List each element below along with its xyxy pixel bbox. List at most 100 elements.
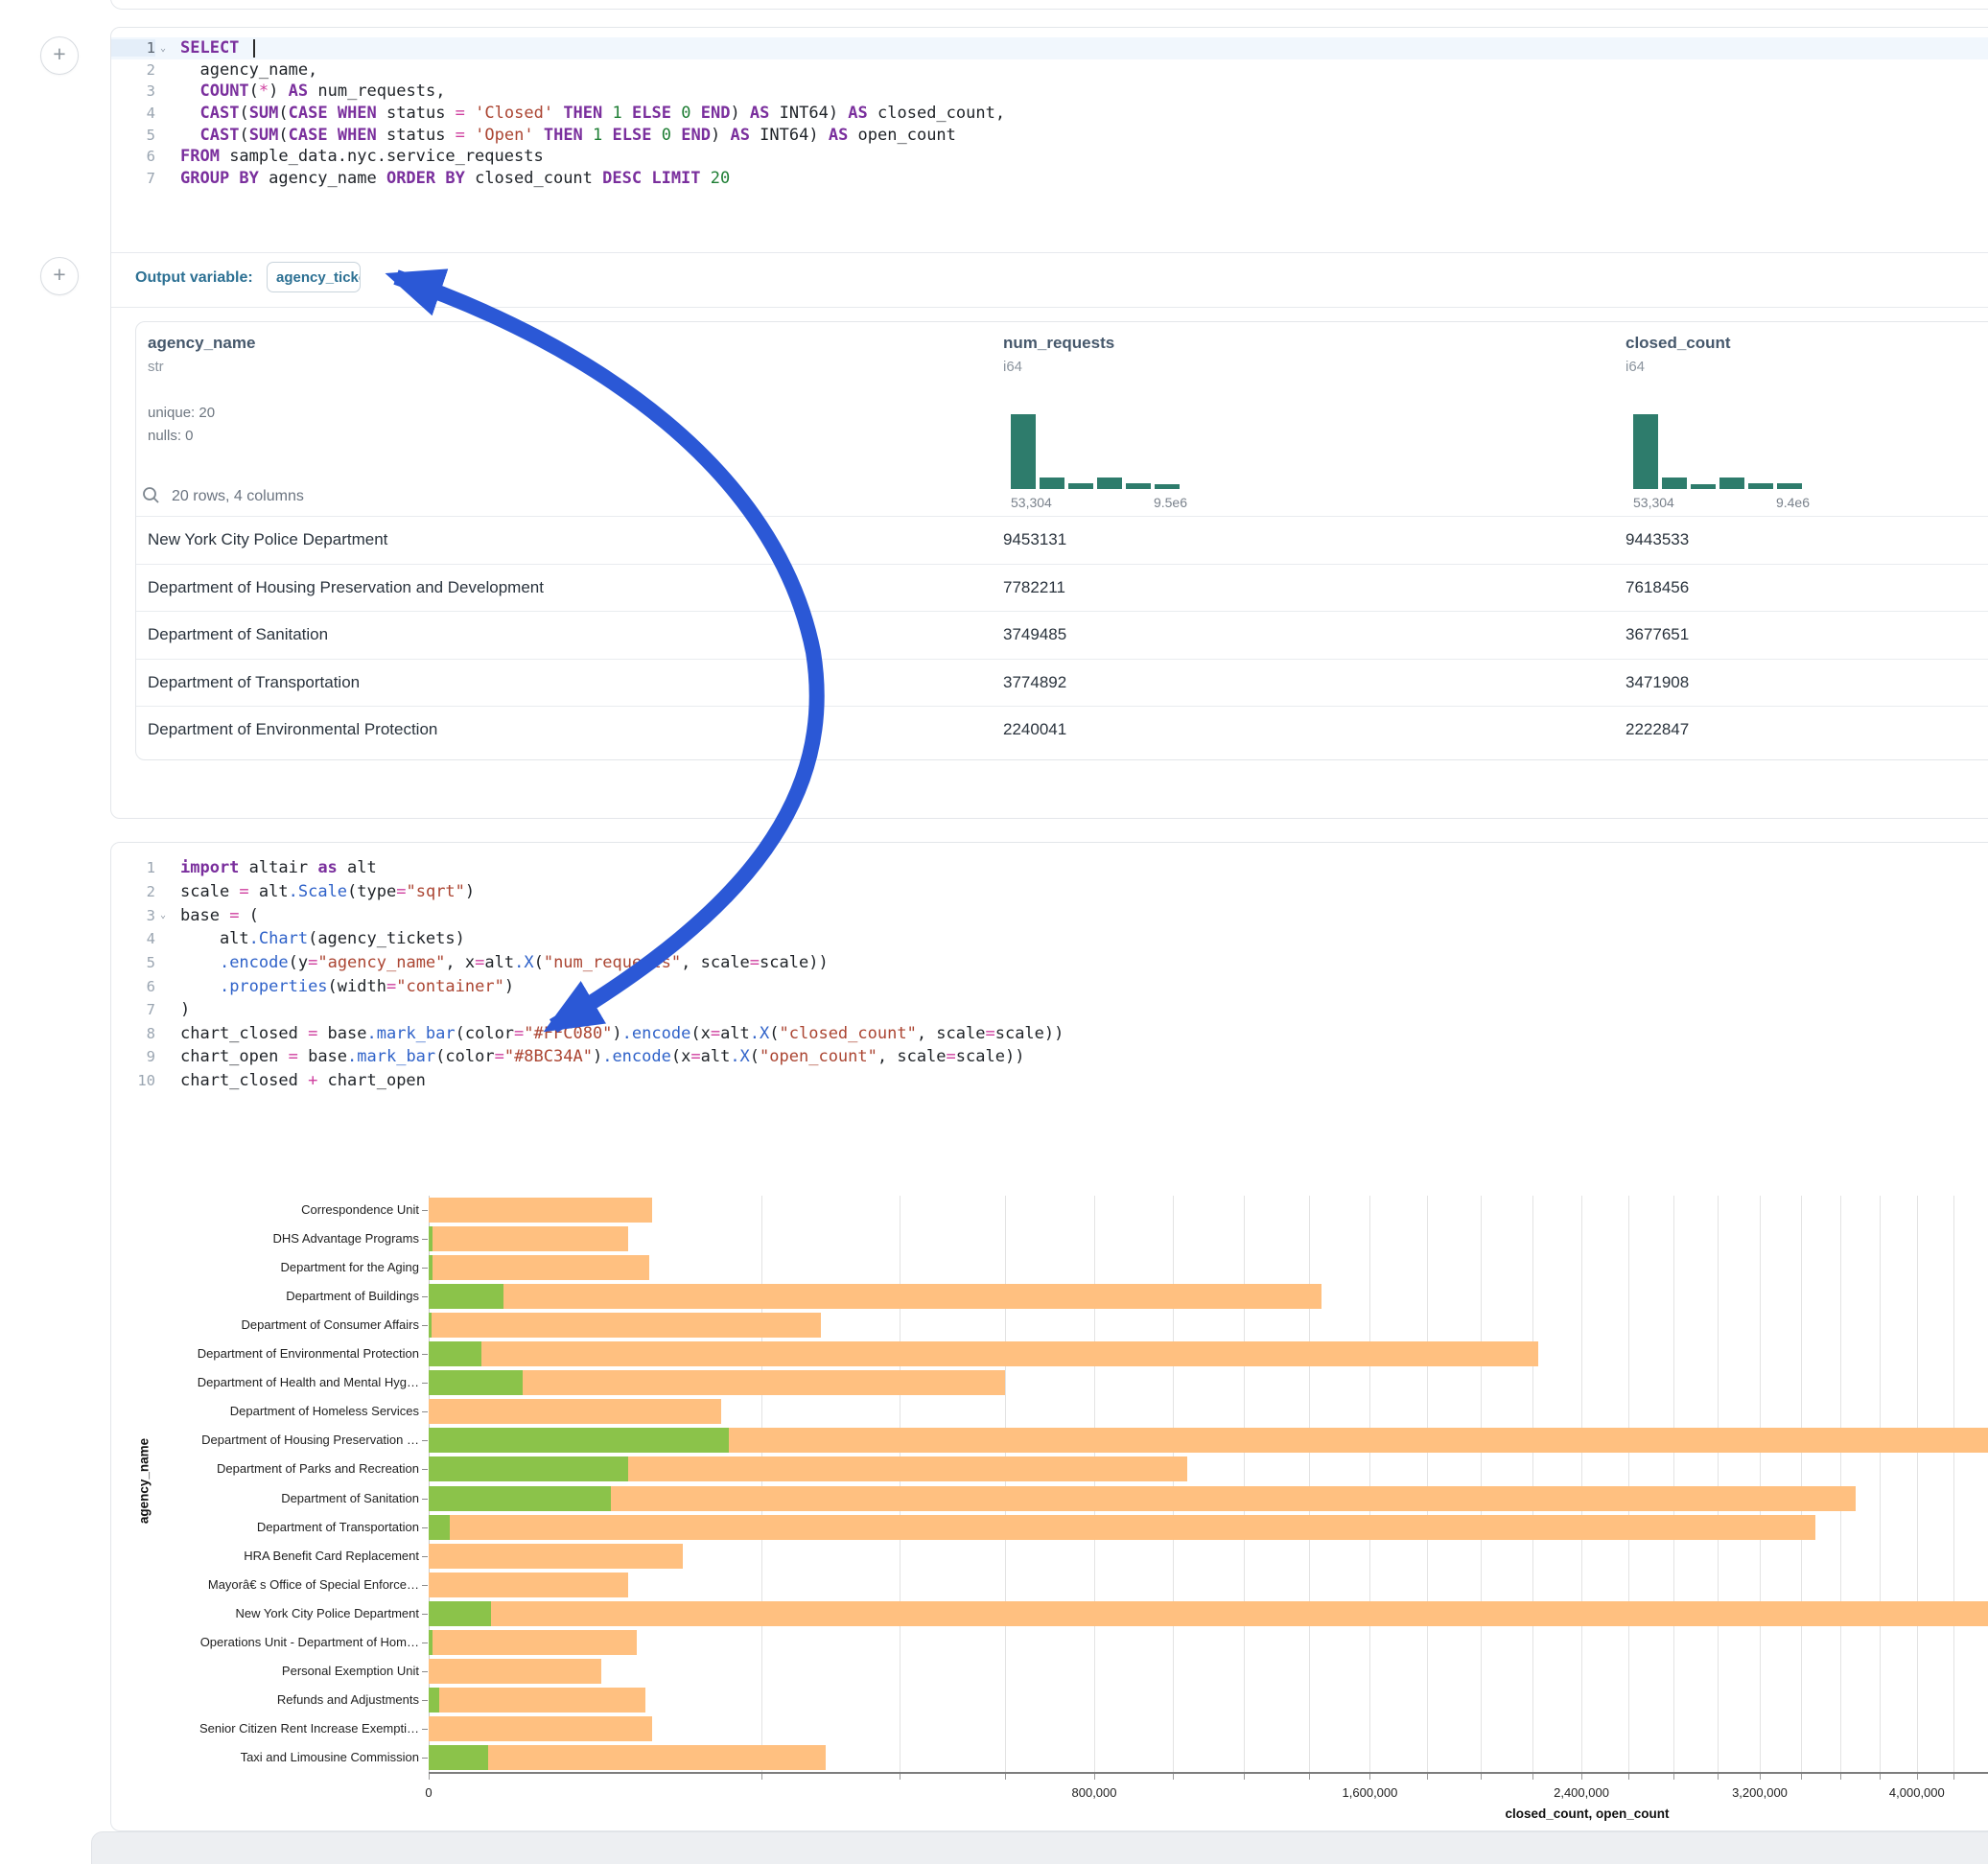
code-text: chart_closed + chart_open [180, 1071, 426, 1090]
column-type: i64 [1625, 359, 1645, 375]
y-axis-label: Department of Consumer Affairs [115, 1317, 419, 1332]
code-line[interactable]: 6 .properties(width="container") [111, 974, 1988, 998]
code-text: CAST(SUM(CASE WHEN status = 'Closed' THE… [180, 104, 1005, 123]
open-count-bar [429, 1341, 481, 1366]
closed-count-bar [429, 1226, 628, 1251]
gridline [1581, 1196, 1582, 1772]
gridline [1369, 1196, 1370, 1772]
collapse-chevron-icon[interactable]: ⌄ [155, 910, 171, 920]
column-header[interactable]: num_requests [1003, 334, 1114, 353]
cell-agency-name: Department of Environmental Protection [148, 720, 437, 739]
x-axis-title: closed_count, open_count [1395, 1806, 1779, 1821]
y-axis-label: New York City Police Department [115, 1606, 419, 1620]
code-text: FROM sample_data.nyc.service_requests [180, 147, 544, 166]
add-cell-button-output[interactable]: + [40, 257, 79, 295]
next-cell-edge[interactable] [91, 1831, 1988, 1864]
code-line[interactable]: 3⌄base = ( [111, 903, 1988, 927]
table-row[interactable]: Department of Transportation377489234719… [136, 659, 1988, 707]
x-axis-tick-label: 0 [425, 1785, 432, 1800]
gridline [1481, 1196, 1482, 1772]
table-row[interactable]: Department of Housing Preservation and D… [136, 564, 1988, 612]
x-axis-tick [761, 1774, 762, 1780]
line-number: 3 [111, 82, 155, 100]
closed-count-bar [429, 1544, 683, 1569]
open-count-bar [429, 1486, 611, 1511]
closed-count-bar [429, 1486, 1856, 1511]
cell-agency-name: Department of Housing Preservation and D… [148, 578, 544, 597]
closed-count-bar [429, 1313, 821, 1338]
python-code-editor[interactable]: 1import altair as alt2scale = alt.Scale(… [111, 856, 1988, 1092]
x-axis-tick [1673, 1774, 1674, 1780]
x-axis-tick [1760, 1774, 1761, 1780]
code-line[interactable]: 4 CAST(SUM(CASE WHEN status = 'Closed' T… [111, 103, 1988, 125]
code-line[interactable]: 5 CAST(SUM(CASE WHEN status = 'Open' THE… [111, 124, 1988, 146]
y-axis-tick [422, 1383, 428, 1384]
add-cell-button-top[interactable]: + [40, 36, 79, 75]
histogram-bar [1011, 414, 1036, 489]
open-count-bar [429, 1515, 450, 1540]
cell-num-requests: 3774892 [1003, 673, 1066, 692]
previous-cell-edge [110, 0, 1988, 10]
y-axis-label: Refunds and Adjustments [115, 1692, 419, 1707]
sql-code-editor[interactable]: 1⌄SELECT 2 agency_name,3 COUNT(*) AS num… [111, 37, 1988, 189]
code-line[interactable]: 4 alt.Chart(agency_tickets) [111, 927, 1988, 951]
x-axis-tick [1094, 1774, 1095, 1780]
code-line[interactable]: 2 agency_name, [111, 59, 1988, 82]
code-line[interactable]: 2scale = alt.Scale(type="sqrt") [111, 880, 1988, 904]
y-axis-label: Personal Exemption Unit [115, 1664, 419, 1678]
table-row[interactable]: New York City Police Department945313194… [136, 516, 1988, 564]
open-count-bar [429, 1255, 433, 1280]
search-icon[interactable] [142, 486, 160, 504]
y-axis-tick [422, 1354, 428, 1355]
x-axis-tick [1801, 1774, 1802, 1780]
x-axis-tick [1173, 1774, 1174, 1780]
code-line[interactable]: 7GROUP BY agency_name ORDER BY closed_co… [111, 168, 1988, 190]
closed-count-bar [429, 1630, 637, 1655]
code-line[interactable]: 7) [111, 998, 1988, 1022]
collapse-chevron-icon[interactable]: ⌄ [155, 43, 171, 54]
column-header[interactable]: closed_count [1625, 334, 1731, 353]
y-axis-tick [422, 1210, 428, 1211]
y-axis-tick [422, 1499, 428, 1500]
table-row[interactable]: Department of Environmental Protection 22… [136, 706, 1988, 754]
code-line[interactable]: 5 .encode(y="agency_name", x=alt.X("num_… [111, 951, 1988, 975]
open-count-bar [429, 1313, 432, 1338]
notebook-canvas: + + 1⌄SELECT 2 agency_name,3 COUNT(*) AS… [0, 0, 1988, 1864]
y-axis-label: Department of Transportation [115, 1520, 419, 1534]
line-number: 7 [111, 170, 155, 187]
histogram-bar [1719, 478, 1744, 489]
x-axis-tick [1005, 1774, 1006, 1780]
output-variable-pill[interactable]: agency_tickets [267, 262, 361, 292]
y-axis-tick [422, 1585, 428, 1586]
gridline [1953, 1196, 1954, 1772]
y-axis-tick [422, 1700, 428, 1701]
code-line[interactable]: 3 COUNT(*) AS num_requests, [111, 81, 1988, 103]
code-line[interactable]: 1⌄SELECT [111, 37, 1988, 59]
code-line[interactable]: 1import altair as alt [111, 856, 1988, 880]
code-text: ) [180, 1000, 190, 1019]
y-axis-label: Senior Citizen Rent Increase Exempti… [115, 1721, 419, 1736]
y-axis-tick [422, 1469, 428, 1470]
x-axis-tick [1369, 1774, 1370, 1780]
gridline [1173, 1196, 1174, 1772]
y-axis-domain-line [429, 1196, 430, 1772]
code-line[interactable]: 8chart_closed = base.mark_bar(color="#FF… [111, 1021, 1988, 1045]
column-stat: unique: 20 [148, 405, 215, 421]
y-axis-label: Department of Sanitation [115, 1491, 419, 1505]
cell-closed-count: 2222847 [1625, 720, 1689, 739]
column-header[interactable]: agency_name [148, 334, 255, 353]
open-count-bar [429, 1370, 523, 1395]
table-row[interactable]: Department of Sanitation37494853677651 [136, 611, 1988, 659]
closed-count-bar [429, 1688, 645, 1713]
line-number: 7 [111, 1001, 155, 1018]
output-variable-row: Output variable: agency_tickets [111, 252, 1988, 308]
x-axis-tick [1427, 1774, 1428, 1780]
code-text: chart_closed = base.mark_bar(color="#FFC… [180, 1024, 1064, 1043]
y-axis-label: Department of Health and Mental Hyg… [115, 1375, 419, 1389]
code-line[interactable]: 9chart_open = base.mark_bar(color="#8BC3… [111, 1045, 1988, 1069]
y-axis-tick [422, 1729, 428, 1730]
closed-count-bar [429, 1399, 721, 1424]
code-line[interactable]: 10chart_closed + chart_open [111, 1069, 1988, 1093]
code-line[interactable]: 6FROM sample_data.nyc.service_requests [111, 146, 1988, 168]
y-axis-label: Department of Homeless Services [115, 1404, 419, 1418]
